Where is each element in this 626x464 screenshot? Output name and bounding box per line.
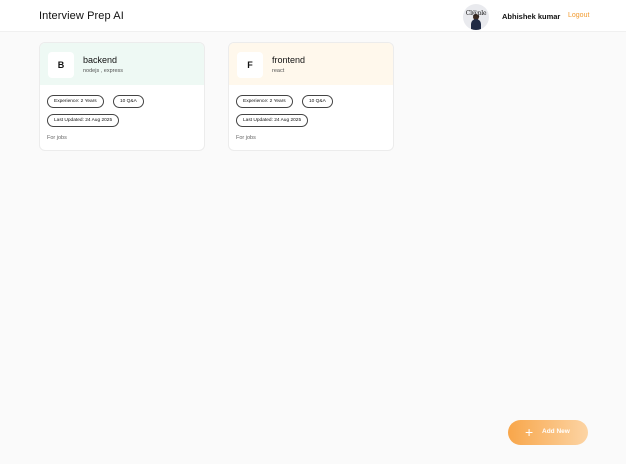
card-initial-badge: F (237, 52, 263, 78)
card-header: B backend nodejs , express (40, 43, 204, 85)
logout-button[interactable]: Logout (568, 12, 589, 19)
app-title[interactable]: Interview Prep AI (39, 10, 124, 22)
card-topics: nodejs , express (83, 68, 124, 74)
avatar[interactable]: Cl@ple (463, 4, 489, 30)
session-card-frontend[interactable]: F frontend react Experience: 2 Years 10 … (228, 42, 394, 151)
qa-count-pill: 10 Q&A (113, 95, 144, 108)
plus-icon: + (525, 424, 534, 440)
card-title: backend (83, 55, 118, 65)
last-updated-pill: Last Updated: 24 Aug 2025 (47, 114, 120, 127)
experience-pill: Experience: 2 Years (47, 95, 104, 108)
card-initial-badge: B (48, 52, 74, 78)
card-header: F frontend react (229, 43, 393, 85)
user-name: Abhishek kumar (502, 12, 561, 21)
qa-count-pill: 10 Q&A (302, 95, 333, 108)
top-navbar: Interview Prep AI Cl@ple Abhishek kumar … (0, 0, 626, 32)
experience-pill: Experience: 2 Years (236, 95, 293, 108)
page: Interview Prep AI Cl@ple Abhishek kumar … (0, 0, 626, 464)
avatar-body-shape (471, 19, 481, 30)
card-description: For jobs (236, 135, 256, 141)
card-title: frontend (272, 55, 306, 65)
avatar-text: Cl@ple (465, 10, 487, 17)
last-updated-pill: Last Updated: 24 Aug 2025 (236, 114, 309, 127)
add-new-label: Add New (542, 428, 570, 435)
card-topics: react (272, 68, 285, 74)
add-new-button[interactable]: + Add New (508, 420, 588, 445)
session-card-backend[interactable]: B backend nodejs , express Experience: 2… (39, 42, 205, 151)
card-description: For jobs (47, 135, 67, 141)
